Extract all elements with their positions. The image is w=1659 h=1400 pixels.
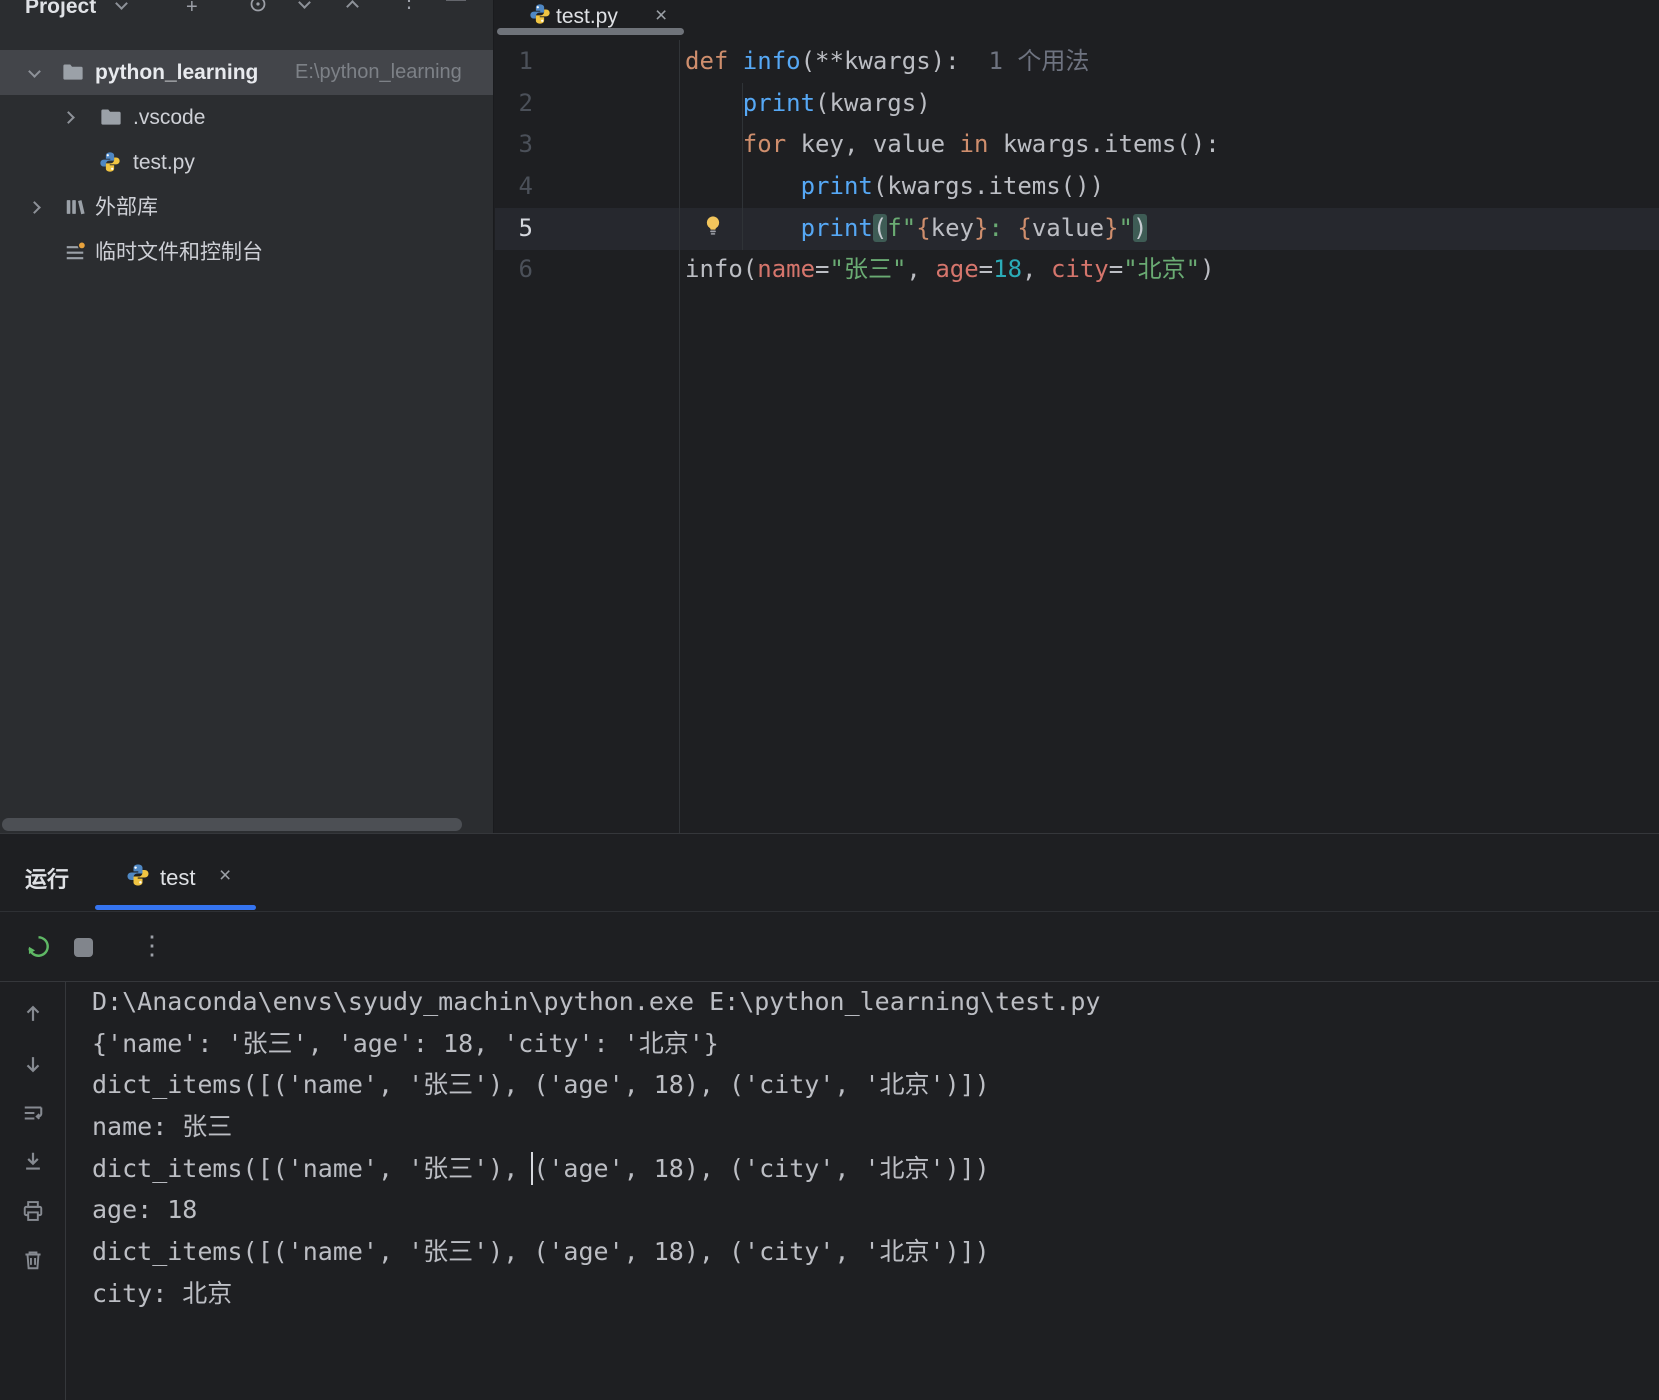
line-number-active[interactable]: 5 bbox=[495, 208, 679, 250]
chevron-right-icon[interactable] bbox=[62, 111, 75, 124]
editor-body[interactable]: 1 2 3 4 5 6 def info(**kwargs): 1 个用法 pr… bbox=[495, 40, 1659, 833]
console-line: dict_items([('name', '张三'), ('age', 18),… bbox=[92, 1070, 990, 1100]
console-line: city: 北京 bbox=[92, 1278, 233, 1308]
line-number[interactable]: 1 bbox=[495, 41, 679, 83]
divider bbox=[0, 911, 1659, 912]
python-file-icon bbox=[99, 151, 121, 179]
project-tool-window: Project + ⋮ — python_learning E:\python_… bbox=[0, 0, 494, 833]
more-options-icon[interactable]: ⋮ bbox=[139, 930, 165, 961]
run-panel-title: 运行 bbox=[25, 867, 70, 892]
intention-lightbulb-icon[interactable] bbox=[701, 214, 725, 243]
code-line[interactable]: for key, value in kwargs.items(): bbox=[685, 124, 1659, 166]
line-number[interactable]: 6 bbox=[495, 249, 679, 291]
console-line: age: 18 bbox=[92, 1195, 198, 1225]
folder-icon bbox=[62, 61, 84, 89]
up-occurrence-icon[interactable] bbox=[22, 1003, 44, 1030]
console-line: {'name': '张三', 'age': 18, 'city': '北京'} bbox=[92, 1028, 719, 1058]
folder-icon bbox=[100, 106, 122, 134]
collapse-all-icon[interactable] bbox=[346, 0, 359, 15]
editor-area: test.py × 1 2 3 4 5 6 def info(**kwargs)… bbox=[495, 0, 1659, 833]
tree-item-path: E:\python_learning bbox=[295, 61, 462, 83]
chevron-right-icon[interactable] bbox=[28, 201, 41, 214]
rerun-button[interactable] bbox=[25, 933, 52, 965]
active-tab-indicator bbox=[497, 28, 684, 35]
tree-item-label: python_learning bbox=[95, 61, 259, 84]
console-line: D:\Anaconda\envs\syudy_machin\python.exe… bbox=[92, 987, 1101, 1016]
more-options-icon[interactable]: ⋮ bbox=[399, 0, 419, 11]
code-line[interactable]: print(kwargs.items()) bbox=[685, 166, 1659, 208]
tab-label: test.py bbox=[556, 5, 618, 28]
chevron-down-icon[interactable] bbox=[115, 0, 128, 10]
tree-row-python-learning[interactable]: python_learning E:\python_learning bbox=[0, 50, 493, 95]
code-line[interactable]: print(f"{key}: {value}") bbox=[685, 208, 1659, 250]
scroll-to-end-icon[interactable] bbox=[22, 1150, 44, 1177]
code-area[interactable]: def info(**kwargs): 1 个用法 print(kwargs) … bbox=[685, 41, 1659, 291]
horizontal-scrollbar[interactable] bbox=[2, 818, 462, 831]
close-icon[interactable]: × bbox=[219, 864, 231, 888]
print-icon[interactable] bbox=[22, 1200, 44, 1227]
tree-row-vscode[interactable]: .vscode bbox=[0, 95, 493, 140]
console-line: name: 张三 bbox=[92, 1112, 233, 1142]
console-line: dict_items([('name', '张三'), ('age', 18),… bbox=[92, 1153, 990, 1183]
tree-row-scratches[interactable]: 临时文件和控制台 bbox=[0, 230, 493, 275]
soft-wrap-icon[interactable] bbox=[22, 1102, 44, 1129]
console-toolbar bbox=[0, 982, 66, 1400]
down-occurrence-icon[interactable] bbox=[22, 1053, 44, 1080]
line-number[interactable]: 4 bbox=[495, 166, 679, 208]
project-toolbar: Project + ⋮ — bbox=[0, 0, 493, 25]
code-line[interactable]: def info(**kwargs): 1 个用法 bbox=[685, 41, 1659, 83]
code-line[interactable]: info(name="张三", age=18, city="北京") bbox=[685, 249, 1659, 291]
python-file-icon bbox=[126, 863, 150, 892]
run-tool-window: 运行 test × ⋮ D:\Anaconda\envs\syudy_machi… bbox=[0, 833, 1659, 1400]
python-file-icon bbox=[529, 3, 551, 30]
tab-label: test bbox=[160, 865, 196, 890]
run-tab-test[interactable]: test × bbox=[95, 852, 260, 904]
editor-tab-bar: test.py × bbox=[495, 0, 1659, 40]
new-item-icon[interactable]: + bbox=[186, 0, 198, 17]
hide-panel-icon[interactable]: — bbox=[446, 0, 466, 9]
close-icon[interactable]: × bbox=[655, 4, 667, 28]
tree-item-label: 外部库 bbox=[95, 196, 158, 219]
code-line[interactable]: print(kwargs) bbox=[685, 83, 1659, 125]
editor-tab-testpy[interactable]: test.py × bbox=[495, 0, 687, 40]
gutter-separator bbox=[679, 40, 680, 833]
pycharm-window: { "project_panel": { "title": "Project",… bbox=[0, 0, 1659, 1400]
editor-gutter[interactable]: 1 2 3 4 5 6 bbox=[495, 41, 679, 291]
active-tab-indicator bbox=[95, 905, 256, 910]
tree-item-label: .vscode bbox=[133, 106, 206, 129]
project-view-selector[interactable]: Project bbox=[25, 0, 96, 19]
expand-all-icon[interactable] bbox=[298, 0, 311, 11]
line-number[interactable]: 2 bbox=[495, 83, 679, 125]
locate-file-icon[interactable] bbox=[248, 0, 268, 18]
console-line: dict_items([('name', '张三'), ('age', 18),… bbox=[92, 1237, 990, 1267]
clear-console-icon[interactable] bbox=[22, 1249, 44, 1276]
stop-button[interactable] bbox=[74, 938, 93, 957]
project-tree: python_learning E:\python_learning .vsco… bbox=[0, 50, 493, 275]
chevron-down-icon[interactable] bbox=[28, 65, 41, 78]
scratches-icon bbox=[64, 241, 87, 269]
tree-item-label: test.py bbox=[133, 151, 195, 174]
tree-item-label: 临时文件和控制台 bbox=[95, 241, 263, 264]
tree-row-external-libraries[interactable]: 外部库 bbox=[0, 185, 493, 230]
library-icon bbox=[64, 196, 86, 224]
console-output[interactable]: D:\Anaconda\envs\syudy_machin\python.exe… bbox=[92, 981, 1659, 1315]
tree-row-testpy[interactable]: test.py bbox=[0, 140, 493, 185]
text-caret bbox=[531, 1152, 533, 1185]
line-number[interactable]: 3 bbox=[495, 124, 679, 166]
